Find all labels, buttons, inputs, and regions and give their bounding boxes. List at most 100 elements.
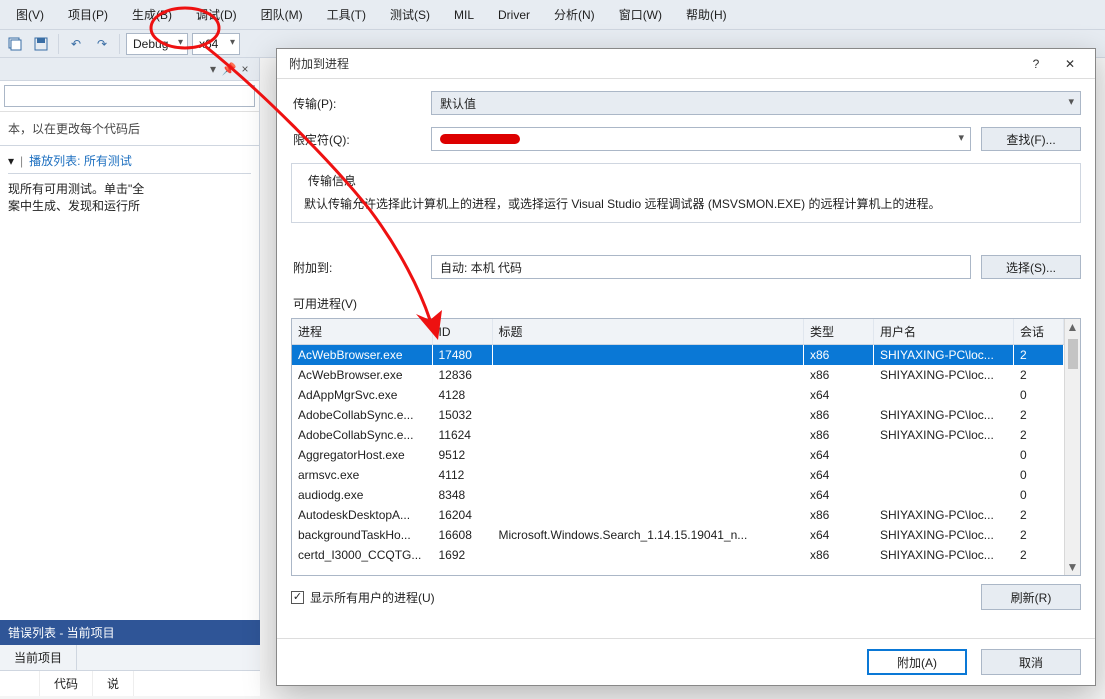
cell-type: x86	[804, 425, 874, 445]
cell-id: 16204	[432, 505, 492, 525]
scroll-down-icon[interactable]: ▼	[1065, 559, 1080, 575]
menu-help[interactable]: 帮助(H)	[674, 2, 739, 27]
close-button[interactable]: ✕	[1053, 53, 1087, 75]
cell-type: x86	[804, 545, 874, 565]
cell-title	[492, 445, 804, 465]
col-desc[interactable]: 说	[93, 671, 134, 696]
table-row[interactable]: armsvc.exe4112x640	[292, 465, 1064, 485]
config-combo[interactable]: Debug	[126, 33, 188, 55]
cell-type: x64	[804, 485, 874, 505]
dropdown-icon[interactable]: ▾	[8, 154, 14, 168]
menu-test[interactable]: 测试(S)	[378, 2, 442, 27]
cell-id: 17480	[432, 345, 492, 366]
table-row[interactable]: AdobeCollabSync.e...11624x86SHIYAXING-PC…	[292, 425, 1064, 445]
col-session[interactable]: 会话	[1014, 319, 1064, 345]
menu-project[interactable]: 项目(P)	[56, 2, 120, 27]
vertical-scrollbar[interactable]: ▲ ▼	[1064, 319, 1080, 575]
cell-id: 1692	[432, 545, 492, 565]
cell-proc: AcWebBrowser.exe	[292, 365, 432, 385]
col-process[interactable]: 进程	[292, 319, 432, 345]
cell-id: 12836	[432, 365, 492, 385]
table-row[interactable]: AdobeCollabSync.e...15032x86SHIYAXING-PC…	[292, 405, 1064, 425]
attachto-value: 自动: 本机 代码	[431, 255, 971, 279]
code-hint-text: 本，以在更改每个代码后	[0, 112, 259, 145]
cell-proc: backgroundTaskHo...	[292, 525, 432, 545]
menu-tools[interactable]: 工具(T)	[315, 2, 378, 27]
cell-title	[492, 365, 804, 385]
table-row[interactable]: AggregatorHost.exe9512x640	[292, 445, 1064, 465]
col-title[interactable]: 标题	[492, 319, 804, 345]
save-icon[interactable]	[30, 33, 52, 55]
redo-icon[interactable]: ↷	[91, 33, 113, 55]
cell-session: 2	[1014, 525, 1064, 545]
pin-icon[interactable]: ▾	[205, 62, 221, 76]
menu-build[interactable]: 生成(B)	[120, 2, 184, 27]
error-tab-current[interactable]: 当前项目	[0, 645, 77, 670]
cell-session: 2	[1014, 545, 1064, 565]
col-type[interactable]: 类型	[804, 319, 874, 345]
undo-icon[interactable]: ↶	[65, 33, 87, 55]
error-list-title: 错误列表 - 当前项目	[0, 620, 260, 645]
menu-debug[interactable]: 调试(D)	[184, 2, 249, 27]
attach-to-process-dialog: 附加到进程 ? ✕ 传输(P): 默认值 限定符(Q): 查找(F)... 传输…	[276, 48, 1096, 686]
search-input[interactable]	[4, 85, 255, 107]
available-processes-label: 可用进程(V)	[293, 295, 1081, 312]
platform-combo[interactable]: x64	[192, 33, 240, 55]
menu-view[interactable]: 图(V)	[4, 2, 56, 27]
refresh-button[interactable]: 刷新(R)	[981, 584, 1081, 610]
cell-user: SHIYAXING-PC\loc...	[874, 365, 1014, 385]
transport-info-text: 默认传输允许选择此计算机上的进程，或选择运行 Visual Studio 远程调…	[304, 195, 1068, 212]
cell-title	[492, 465, 804, 485]
menu-driver[interactable]: Driver	[486, 4, 542, 26]
qualifier-input[interactable]	[431, 127, 971, 151]
dialog-footer: 附加(A) 取消	[277, 638, 1095, 685]
table-row[interactable]: backgroundTaskHo...16608Microsoft.Window…	[292, 525, 1064, 545]
cell-session: 0	[1014, 485, 1064, 505]
find-button[interactable]: 查找(F)...	[981, 127, 1081, 151]
table-row[interactable]: AdAppMgrSvc.exe4128x640	[292, 385, 1064, 405]
menu-mil[interactable]: MIL	[442, 4, 486, 26]
table-row[interactable]: AcWebBrowser.exe17480x86SHIYAXING-PC\loc…	[292, 345, 1064, 366]
scroll-up-icon[interactable]: ▲	[1065, 319, 1080, 335]
menu-analyze[interactable]: 分析(N)	[542, 2, 607, 27]
col-user[interactable]: 用户名	[874, 319, 1014, 345]
table-row[interactable]: audiodg.exe8348x640	[292, 485, 1064, 505]
menu-window[interactable]: 窗口(W)	[607, 2, 674, 27]
show-all-users-checkbox[interactable]	[291, 591, 304, 604]
help-button[interactable]: ?	[1019, 53, 1053, 75]
cell-proc: AdAppMgrSvc.exe	[292, 385, 432, 405]
table-row[interactable]: AcWebBrowser.exe12836x86SHIYAXING-PC\loc…	[292, 365, 1064, 385]
cell-proc: certd_I3000_CCQTG...	[292, 545, 432, 565]
test-explorer-block: ▾ | 播放列表: 所有测试 现所有可用测试。单击"全 案中生成、发现和运行所	[0, 145, 259, 220]
cell-user	[874, 385, 1014, 405]
test-hint-1: 现所有可用测试。单击"全	[8, 180, 251, 197]
cell-proc: AdobeCollabSync.e...	[292, 425, 432, 445]
table-row[interactable]: AutodeskDesktopA...16204x86SHIYAXING-PC\…	[292, 505, 1064, 525]
col-id[interactable]: ID	[432, 319, 492, 345]
select-button[interactable]: 选择(S)...	[981, 255, 1081, 279]
close-icon[interactable]: ×	[237, 62, 253, 76]
cell-id: 9512	[432, 445, 492, 465]
process-grid: 进程 ID 标题 类型 用户名 会话 AcWebBrowser.exe17480…	[291, 318, 1081, 576]
save-all-icon[interactable]	[4, 33, 26, 55]
cell-title	[492, 425, 804, 445]
cell-user: SHIYAXING-PC\loc...	[874, 345, 1014, 366]
col-code[interactable]: 代码	[40, 671, 93, 696]
cell-user: SHIYAXING-PC\loc...	[874, 525, 1014, 545]
cell-title	[492, 405, 804, 425]
cell-session: 2	[1014, 425, 1064, 445]
cell-session: 2	[1014, 405, 1064, 425]
menu-team[interactable]: 团队(M)	[249, 2, 315, 27]
cell-proc: AdobeCollabSync.e...	[292, 405, 432, 425]
playlist-link[interactable]: 播放列表: 所有测试	[29, 152, 132, 169]
transport-info-title: 传输信息	[304, 172, 360, 189]
table-row[interactable]: certd_I3000_CCQTG...1692x86SHIYAXING-PC\…	[292, 545, 1064, 565]
scroll-thumb[interactable]	[1068, 339, 1078, 369]
cell-proc: armsvc.exe	[292, 465, 432, 485]
attach-button[interactable]: 附加(A)	[867, 649, 967, 675]
cell-session: 2	[1014, 505, 1064, 525]
transport-dropdown[interactable]: 默认值	[431, 91, 1081, 115]
cell-type: x64	[804, 385, 874, 405]
cancel-button[interactable]: 取消	[981, 649, 1081, 675]
pushpin-icon[interactable]: 📌	[221, 62, 237, 76]
